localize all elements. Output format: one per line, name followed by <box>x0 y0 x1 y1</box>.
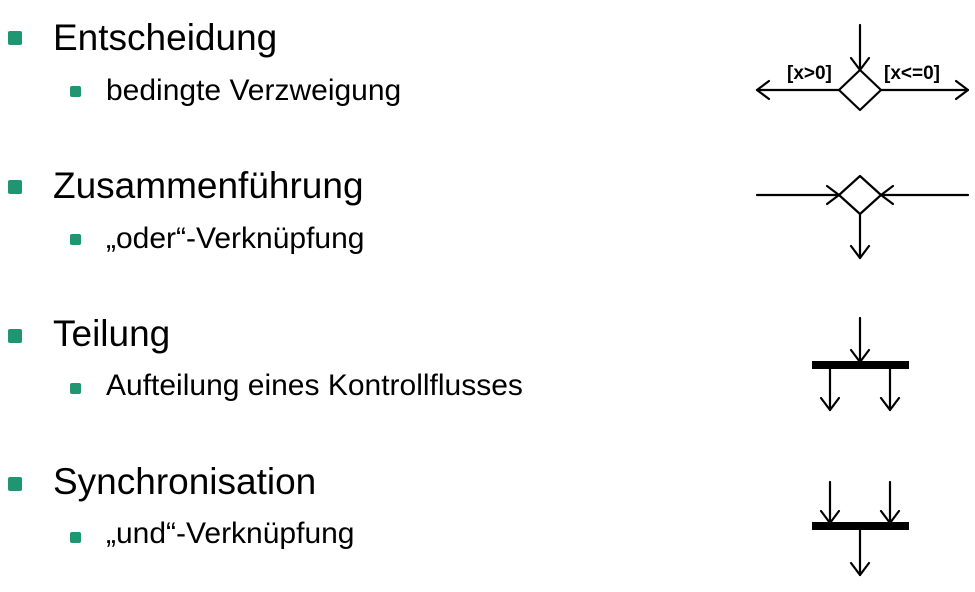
activity-symbols: [x>0] [x<=0] <box>755 23 970 577</box>
decision-label-left: [x>0] <box>787 63 832 84</box>
join-bar <box>812 522 909 530</box>
merge-symbol <box>755 174 970 260</box>
fork-bar <box>812 361 909 369</box>
decision-label-right: [x<=0] <box>884 63 940 84</box>
